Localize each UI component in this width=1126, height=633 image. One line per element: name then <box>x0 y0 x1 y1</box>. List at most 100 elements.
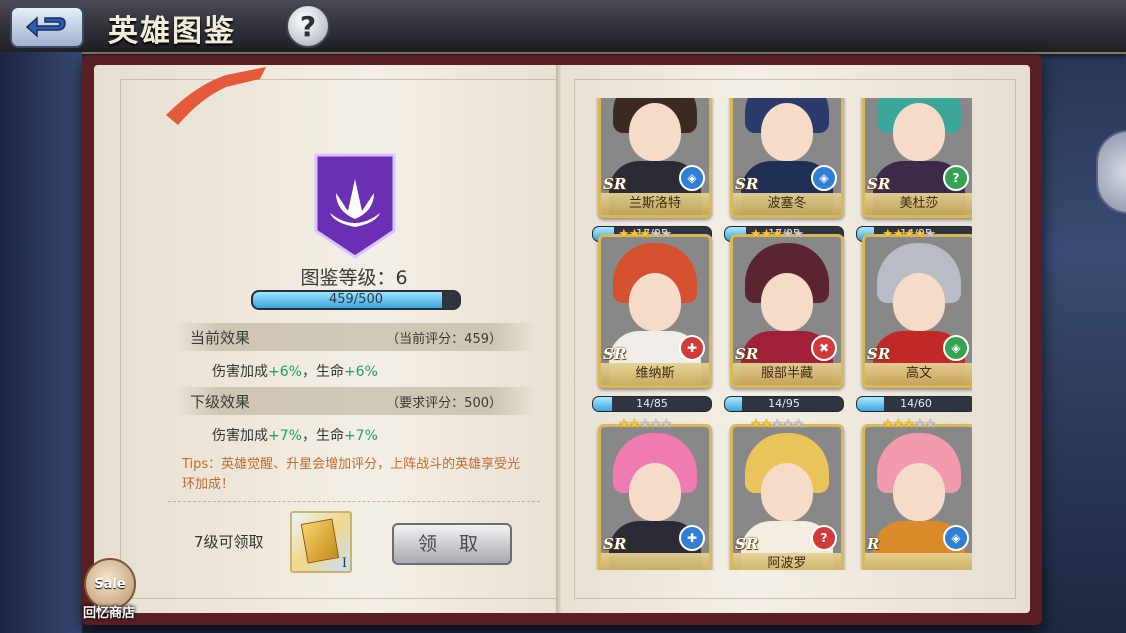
question-icon: ? <box>943 165 969 191</box>
star-rating: ★★★★★ <box>882 417 937 432</box>
hero-name: 美杜莎 <box>865 193 972 215</box>
bookmark-ribbon-icon <box>166 67 266 125</box>
next-effect-band: 下级效果 （要求评分：500） <box>176 387 536 415</box>
star-rating: ★★★★★ <box>750 417 805 432</box>
current-effect-text: 伤害加成+6%，生命+6% <box>212 361 378 381</box>
star-icon: ★ <box>924 227 937 242</box>
star-rating: ★★★★★ <box>750 227 805 242</box>
top-bar: 英雄图鉴 ? <box>0 0 1126 54</box>
swords-icon: ✖ <box>811 335 837 361</box>
codex-progress-bar: 459/500 <box>251 290 461 310</box>
rarity-badge: SR <box>603 175 627 193</box>
hero-portrait: SR ✖ 服部半藏 <box>730 234 844 388</box>
card-icon <box>300 518 340 564</box>
damage-label: 伤害加成 <box>212 364 268 380</box>
shop-label: 回忆商店 <box>82 606 135 621</box>
help-button[interactable]: ? <box>286 4 330 48</box>
star-rating: ★★★★★ <box>882 227 937 242</box>
star-icon: ★ <box>781 417 794 432</box>
back-arrow-icon <box>25 16 66 38</box>
reward-label: 7级可领取 <box>194 533 264 551</box>
hero-portrait: SR ◈ 兰斯洛特 <box>598 98 712 218</box>
star-rating: ★★★★★ <box>618 227 673 242</box>
divider <box>168 501 540 503</box>
star-icon: ★ <box>913 227 926 242</box>
hero-portrait: R ◈ <box>862 424 972 570</box>
damage-bonus: +6% <box>268 364 302 380</box>
star-icon: ★ <box>639 227 651 242</box>
rarity-badge: R <box>867 535 880 553</box>
fragment-progress-bar: 14/60 <box>856 396 972 412</box>
hero-face <box>761 273 813 331</box>
fragment-progress-bar: 14/85 <box>592 396 712 412</box>
hero-face <box>761 103 813 161</box>
star-icon: ★ <box>903 227 915 242</box>
hero-name: 阿波罗 <box>733 553 841 570</box>
star-icon: ★ <box>924 417 937 432</box>
hero-portrait: SR ✚ <box>598 424 712 570</box>
hp-bonus: +7% <box>343 428 378 444</box>
star-icon: ★ <box>892 227 905 242</box>
hero-name: 维纳斯 <box>601 363 709 385</box>
hp-label: ，生命 <box>301 428 344 444</box>
codex-crest-icon <box>314 153 396 259</box>
memory-shop-button[interactable]: Sale 回忆商店 <box>74 558 144 630</box>
codex-level: 图鉴等级：6 <box>300 267 408 289</box>
reward-item[interactable]: I <box>290 511 352 573</box>
star-icon: ★ <box>882 417 894 432</box>
background-left <box>0 52 82 633</box>
star-icon: ★ <box>792 417 805 432</box>
shield-icon: ◈ <box>679 165 705 191</box>
star-icon: ★ <box>628 227 641 242</box>
side-menu-handle[interactable] <box>1096 130 1126 214</box>
rarity-badge: SR <box>735 535 759 553</box>
hero-portrait: SR ◈ 高文 <box>862 234 972 388</box>
star-rating: ★★★★★ <box>618 417 673 432</box>
reward-tier: I <box>341 556 347 571</box>
current-effect-band: 当前效果 （当前评分：459） <box>176 323 536 351</box>
hero-portrait: SR ◈ 波塞冬 <box>730 98 844 218</box>
rarity-badge: SR <box>867 345 891 363</box>
hero-face <box>893 273 945 331</box>
shield-icon: ◈ <box>943 335 969 361</box>
hero-face <box>893 463 945 521</box>
star-icon: ★ <box>771 227 783 242</box>
hero-name: 服部半藏 <box>733 363 841 385</box>
star-icon: ★ <box>892 417 905 432</box>
back-button[interactable] <box>10 6 84 48</box>
cross-icon: ✚ <box>679 335 705 361</box>
hero-grid[interactable]: SR◈兰斯洛特17/95SR◈波塞冬17/95SR?美杜莎14/95SR✚维纳斯… <box>512 98 972 570</box>
claim-button[interactable]: 领 取 <box>392 523 512 565</box>
star-icon: ★ <box>750 417 762 432</box>
star-icon: ★ <box>649 227 662 242</box>
fragment-progress-bar: 14/95 <box>724 396 844 412</box>
star-icon: ★ <box>660 227 673 242</box>
fragment-progress-text: 14/95 <box>768 397 800 410</box>
star-icon: ★ <box>649 417 662 432</box>
rarity-badge: SR <box>603 535 627 553</box>
shield-icon: ◈ <box>943 525 969 551</box>
hero-face <box>893 103 945 161</box>
rarity-badge: SR <box>735 175 759 193</box>
rarity-badge: SR <box>867 175 891 193</box>
damage-label: 伤害加成 <box>212 428 268 444</box>
hero-name <box>865 553 972 570</box>
star-icon: ★ <box>618 417 630 432</box>
star-icon: ★ <box>792 227 805 242</box>
left-page: 图鉴等级：6 459/500 当前效果 （当前评分：459） 伤害加成+6%，生… <box>94 65 562 613</box>
star-icon: ★ <box>760 227 773 242</box>
shield-icon: ◈ <box>811 165 837 191</box>
next-effect-label: 下级效果 <box>190 393 251 411</box>
hero-name <box>601 553 709 570</box>
star-icon: ★ <box>618 227 630 242</box>
hero-face <box>629 273 681 331</box>
hero-face <box>761 463 813 521</box>
fragment-progress-text: 14/85 <box>636 397 668 410</box>
rarity-badge: SR <box>735 345 759 363</box>
sale-badge: Sale <box>94 576 126 592</box>
cross-icon: ✚ <box>679 525 705 551</box>
question-icon: ? <box>299 9 317 43</box>
damage-bonus: +7% <box>268 428 302 444</box>
star-icon: ★ <box>660 417 673 432</box>
required-score: （要求评分：500） <box>386 396 502 411</box>
